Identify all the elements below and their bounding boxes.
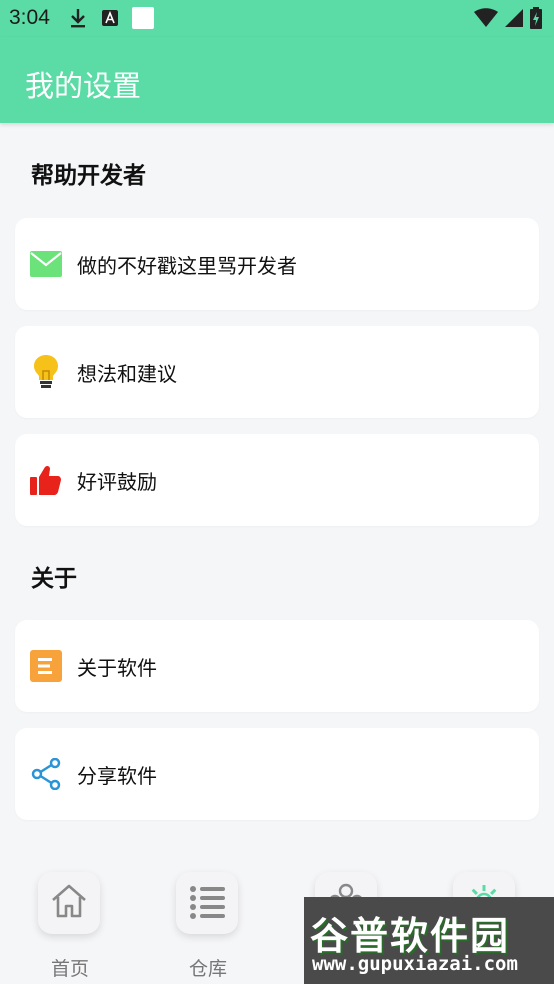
page-title: 我的设置	[25, 69, 142, 103]
status-left-icons	[68, 7, 154, 33]
status-right-icons	[474, 7, 542, 33]
share-software-label: 分享软件	[77, 763, 157, 788]
share-icon	[30, 758, 62, 790]
thumbs-up-icon	[30, 464, 62, 496]
mail-icon	[30, 248, 62, 280]
nav-home-button[interactable]	[38, 872, 100, 934]
share-software-item[interactable]: 分享软件	[15, 728, 539, 820]
feedback-complaint-item[interactable]: 做的不好戳这里骂开发者	[15, 218, 539, 310]
nav-repository[interactable]: 仓库	[176, 872, 240, 981]
text-a-icon	[101, 9, 119, 31]
download-icon	[68, 7, 88, 33]
watermark-overlay: 谷普软件园 www.gupuxiazai.com	[304, 897, 554, 984]
ideas-suggestions-label: 想法和建议	[77, 361, 177, 386]
section-title-about: 关于	[31, 566, 77, 592]
watermark-url: www.gupuxiazai.com	[312, 953, 518, 975]
rate-encourage-item[interactable]: 好评鼓励	[15, 434, 539, 526]
nav-home[interactable]: 首页	[38, 872, 102, 981]
wifi-icon	[474, 8, 498, 32]
document-icon	[30, 650, 62, 682]
nav-repository-button[interactable]	[176, 872, 238, 934]
list-icon	[187, 881, 227, 925]
nav-repository-label: 仓库	[188, 958, 227, 980]
signal-icon	[504, 8, 524, 32]
lightbulb-icon	[30, 355, 62, 388]
status-time: 3:04	[9, 6, 50, 29]
home-icon	[49, 881, 89, 925]
watermark-text: 谷普软件园	[310, 914, 511, 958]
rate-encourage-label: 好评鼓励	[77, 469, 157, 494]
nav-home-label: 首页	[50, 958, 89, 980]
ideas-suggestions-item[interactable]: 想法和建议	[15, 326, 539, 418]
app-bar: 我的设置	[0, 37, 554, 123]
feedback-complaint-label: 做的不好戳这里骂开发者	[77, 253, 297, 278]
about-software-item[interactable]: 关于软件	[15, 620, 539, 712]
about-software-label: 关于软件	[77, 655, 157, 680]
status-bar: 3:04	[0, 0, 554, 37]
battery-charging-icon	[530, 7, 542, 33]
section-title-help: 帮助开发者	[31, 163, 146, 189]
white-square-icon	[132, 7, 154, 33]
